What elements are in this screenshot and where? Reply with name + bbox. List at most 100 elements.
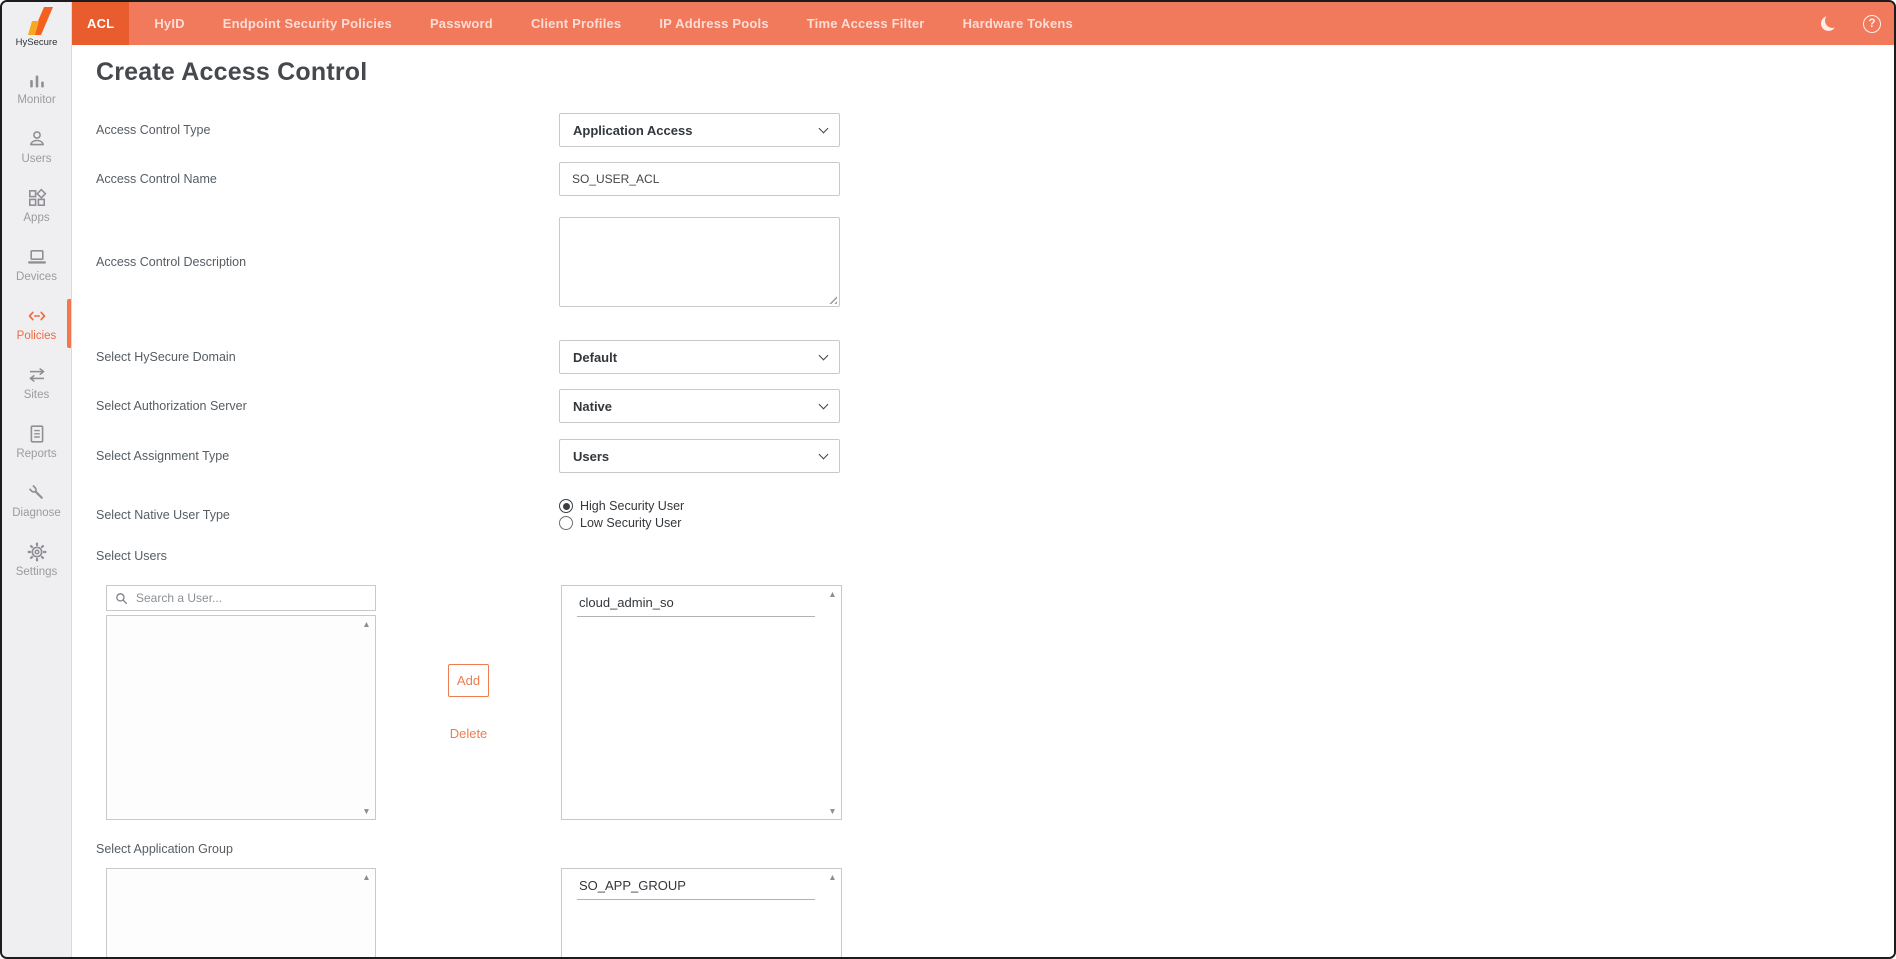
sidebar-item-label: Apps	[23, 212, 49, 224]
sidebar-item-settings[interactable]: Settings	[2, 530, 71, 589]
sidebar-item-monitor[interactable]: Monitor	[2, 58, 71, 117]
access-control-type-value: Application Access	[573, 123, 692, 138]
app-grid-icon	[26, 187, 48, 209]
person-icon	[26, 128, 48, 150]
access-control-type-label: Access Control Type	[96, 123, 559, 137]
sidebar-item-label: Reports	[16, 448, 56, 460]
tab-time-access-filter[interactable]: Time Access Filter	[792, 2, 940, 45]
active-accent-bar	[67, 299, 71, 348]
nav-spacer	[1096, 2, 1821, 45]
scroll-up-icon[interactable]: ▲	[828, 873, 836, 882]
scroll-up-icon[interactable]: ▲	[828, 590, 836, 599]
row-access-control-name: Access Control Name	[96, 162, 1894, 196]
access-control-description-label: Access Control Description	[96, 255, 559, 269]
selected-user-item[interactable]: cloud_admin_so	[577, 592, 815, 617]
row-access-control-type: Access Control Type Application Access	[96, 113, 1894, 147]
sidebar-item-reports[interactable]: Reports	[2, 412, 71, 471]
delete-user-link[interactable]: Delete	[450, 726, 488, 741]
bar-chart-icon	[26, 69, 48, 91]
sidebar-item-label: Policies	[17, 330, 57, 342]
chevron-down-icon	[819, 450, 829, 460]
selected-group-item[interactable]: SO_APP_GROUP	[577, 875, 815, 900]
available-users-column: ▲ ▼	[106, 585, 376, 820]
help-icon[interactable]: ?	[1863, 15, 1881, 33]
selected-groups-listbox[interactable]: SO_APP_GROUP ▲ ▼	[561, 868, 842, 957]
user-search-input[interactable]	[134, 590, 367, 606]
chevron-down-icon	[819, 124, 829, 134]
select-users-label: Select Users	[96, 549, 1894, 563]
authorization-server-label: Select Authorization Server	[96, 399, 559, 413]
search-icon	[115, 592, 128, 605]
access-control-name-label: Access Control Name	[96, 172, 559, 186]
native-user-type-label: Select Native User Type	[96, 508, 559, 522]
row-hysecure-domain: Select HySecure Domain Default	[96, 340, 1894, 374]
tab-hardware-tokens[interactable]: Hardware Tokens	[948, 2, 1088, 45]
tab-acl[interactable]: ACL	[72, 2, 129, 45]
user-search-box[interactable]	[106, 585, 376, 611]
authorization-server-value: Native	[573, 399, 612, 414]
page-title: Create Access Control	[96, 58, 1894, 87]
row-authorization-server: Select Authorization Server Native	[96, 389, 1894, 423]
chevron-down-icon	[819, 400, 829, 410]
group-actions-column	[376, 868, 561, 957]
native-user-type-radio-group: High Security User Low Security User	[559, 499, 840, 530]
app-window: HySecure Monitor Users	[0, 0, 1896, 959]
sidebar-item-users[interactable]: Users	[2, 117, 71, 176]
scroll-down-icon[interactable]: ▼	[362, 807, 370, 816]
hysecure-domain-select[interactable]: Default	[559, 340, 840, 374]
access-control-description-textarea[interactable]	[559, 217, 840, 307]
available-groups-listbox[interactable]: ▲ ▼	[106, 868, 376, 957]
access-control-type-select[interactable]: Application Access	[559, 113, 840, 147]
scroll-up-icon[interactable]: ▲	[362, 620, 370, 629]
sidebar-item-label: Users	[21, 153, 51, 165]
assignment-type-label: Select Assignment Type	[96, 449, 559, 463]
page-content: Create Access Control Access Control Typ…	[72, 45, 1894, 957]
scroll-down-icon[interactable]: ▼	[828, 807, 836, 816]
hysecure-logo-icon	[20, 6, 54, 36]
authorization-server-select[interactable]: Native	[559, 389, 840, 423]
tab-hyid[interactable]: HyID	[139, 2, 199, 45]
sidebar-item-policies[interactable]: Policies	[2, 294, 71, 353]
tab-endpoint-security-policies[interactable]: Endpoint Security Policies	[208, 2, 407, 45]
sidebar-item-sites[interactable]: Sites	[2, 353, 71, 412]
hysecure-domain-value: Default	[573, 350, 617, 365]
radio-selected-icon[interactable]	[559, 499, 573, 513]
scrollbar[interactable]: ▲ ▼	[358, 616, 375, 819]
radio-label: High Security User	[580, 499, 684, 513]
scrollbar[interactable]: ▲ ▼	[358, 869, 375, 957]
user-actions-column: Add Delete	[376, 585, 561, 820]
sidebar-item-diagnose[interactable]: Diagnose	[2, 471, 71, 530]
top-navigation: ACL HyID Endpoint Security Policies Pass…	[72, 2, 1894, 45]
scroll-up-icon[interactable]: ▲	[362, 873, 370, 882]
sidebar-item-apps[interactable]: Apps	[2, 176, 71, 235]
sidebar-item-label: Diagnose	[12, 507, 61, 519]
assignment-type-select[interactable]: Users	[559, 439, 840, 473]
document-icon	[26, 423, 48, 445]
brand-name: HySecure	[16, 37, 58, 48]
transfer-arrows-icon	[26, 364, 48, 386]
access-control-name-input[interactable]	[559, 162, 840, 196]
select-application-group-widget: ▲ ▼ SO_APP_GROUP ▲ ▼	[106, 868, 1894, 957]
scrollbar[interactable]: ▲ ▼	[824, 869, 841, 957]
sidebar-item-label: Settings	[16, 566, 58, 578]
radio-low-security-user[interactable]: Low Security User	[559, 516, 840, 530]
tab-ip-address-pools[interactable]: IP Address Pools	[644, 2, 783, 45]
scrollbar[interactable]: ▲ ▼	[824, 586, 841, 819]
available-users-listbox[interactable]: ▲ ▼	[106, 615, 376, 820]
tab-client-profiles[interactable]: Client Profiles	[516, 2, 636, 45]
row-access-control-description: Access Control Description	[96, 217, 1894, 307]
brand-logo[interactable]: HySecure	[2, 2, 71, 51]
resize-grip-icon[interactable]	[827, 294, 837, 304]
code-brackets-icon	[26, 305, 48, 327]
main-area: ACL HyID Endpoint Security Policies Pass…	[72, 2, 1894, 957]
selected-users-listbox[interactable]: cloud_admin_so ▲ ▼	[561, 585, 842, 820]
row-assignment-type: Select Assignment Type Users	[96, 439, 1894, 473]
tab-password[interactable]: Password	[415, 2, 508, 45]
radio-unselected-icon[interactable]	[559, 516, 573, 530]
select-application-group-label: Select Application Group	[96, 842, 1894, 856]
radio-high-security-user[interactable]: High Security User	[559, 499, 840, 513]
sidebar-item-label: Monitor	[17, 94, 55, 106]
add-user-button[interactable]: Add	[448, 664, 489, 697]
dark-mode-moon-icon[interactable]	[1821, 16, 1836, 31]
sidebar-item-devices[interactable]: Devices	[2, 235, 71, 294]
